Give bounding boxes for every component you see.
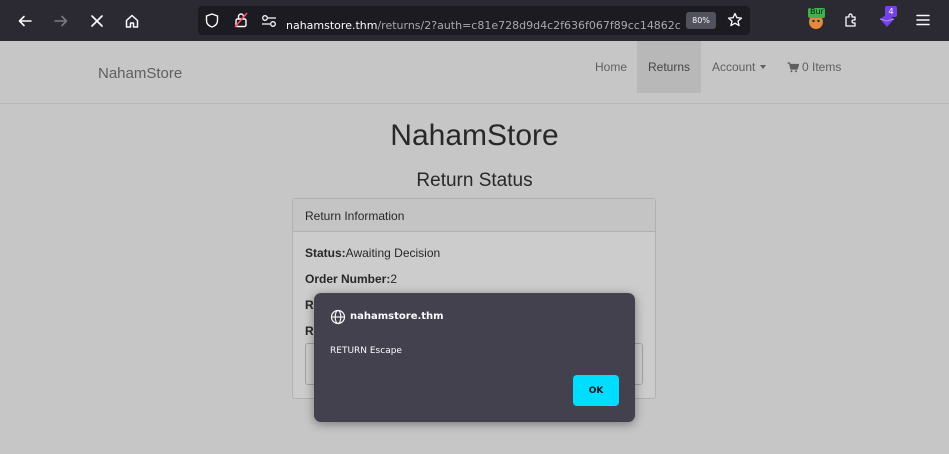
permissions-icon[interactable] — [261, 13, 277, 32]
home-icon — [125, 14, 139, 28]
globe-icon — [330, 309, 346, 325]
home-button[interactable] — [118, 7, 146, 35]
hamburger-icon — [916, 14, 930, 26]
extensions-button[interactable] — [837, 6, 865, 34]
forward-button[interactable] — [47, 7, 75, 35]
alert-dialog: nahamstore.thm RETURN Escape OK — [314, 293, 635, 422]
dialog-host: nahamstore.thm — [350, 311, 444, 322]
zoom-badge[interactable]: 80% — [686, 12, 716, 29]
ok-button[interactable]: OK — [573, 375, 619, 406]
burp-extension-button[interactable]: Bur — [802, 6, 830, 34]
close-icon — [91, 15, 103, 27]
url-path: /returns/2?auth=c81e728d9d4c2f636f067f89… — [377, 19, 681, 32]
browser-toolbar: nahamstore.thm/returns/2?auth=c81e728d9d… — [0, 0, 949, 41]
url-host: nahamstore.thm — [286, 19, 378, 32]
menu-button[interactable] — [909, 6, 937, 34]
shield-icon[interactable] — [205, 13, 219, 32]
addon-badge-button[interactable]: 4 — [873, 6, 901, 34]
insecure-lock-icon[interactable] — [234, 12, 248, 32]
puzzle-icon — [845, 13, 856, 27]
url-text[interactable]: nahamstore.thm/returns/2?auth=c81e728d9d… — [286, 14, 681, 33]
url-bar[interactable]: nahamstore.thm/returns/2?auth=c81e728d9d… — [198, 6, 750, 35]
arrow-right-icon — [54, 15, 68, 27]
stop-button[interactable] — [83, 7, 111, 35]
burp-label: Bur — [810, 7, 824, 16]
arrow-left-icon — [18, 15, 32, 27]
dialog-message: RETURN Escape — [330, 346, 402, 356]
back-button[interactable] — [11, 7, 39, 35]
star-bookmark-icon[interactable] — [727, 12, 743, 32]
addon-count-badge: 4 — [885, 6, 897, 17]
